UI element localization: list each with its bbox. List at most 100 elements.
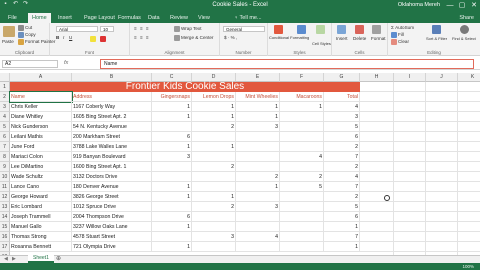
tab-file[interactable]: File <box>4 13 21 23</box>
empty-cell[interactable] <box>458 222 480 232</box>
table-cell[interactable]: 5 <box>324 202 360 212</box>
table-cell[interactable] <box>192 152 236 162</box>
tab-formulas[interactable]: Formulas <box>114 13 145 23</box>
empty-cell[interactable] <box>426 92 458 102</box>
formula-input[interactable]: Name <box>100 59 474 69</box>
empty-cell[interactable] <box>458 202 480 212</box>
row-header[interactable]: 12 <box>0 192 10 202</box>
table-cell[interactable]: 180 Denver Avenue <box>72 182 152 192</box>
table-cell[interactable]: 3 <box>236 122 280 132</box>
table-cell[interactable] <box>236 212 280 222</box>
table-cell[interactable]: George Howard <box>10 192 72 202</box>
column-header[interactable]: H <box>360 73 394 82</box>
table-cell[interactable]: 919 Banyan Boulevard <box>72 152 152 162</box>
font-color-icon[interactable] <box>100 36 106 42</box>
close-button[interactable]: ✕ <box>468 0 480 12</box>
empty-cell[interactable] <box>426 142 458 152</box>
empty-cell[interactable] <box>360 132 394 142</box>
table-cell[interactable]: 7 <box>324 182 360 192</box>
table-cell[interactable] <box>236 222 280 232</box>
fx-icon[interactable]: fx <box>64 60 68 66</box>
empty-cell[interactable] <box>426 162 458 172</box>
empty-cell[interactable] <box>458 112 480 122</box>
row-header[interactable]: 2 <box>0 92 10 102</box>
empty-cell[interactable] <box>458 122 480 132</box>
find-icon[interactable] <box>460 25 469 34</box>
empty-cell[interactable] <box>458 242 480 252</box>
empty-cell[interactable] <box>394 242 426 252</box>
delete-cells-icon[interactable] <box>355 25 364 34</box>
tab-insert[interactable]: Insert <box>54 13 76 23</box>
table-cell[interactable]: 3 <box>324 112 360 122</box>
empty-cell[interactable] <box>394 112 426 122</box>
table-cell[interactable] <box>280 202 324 212</box>
empty-cell[interactable] <box>458 102 480 112</box>
name-box[interactable]: A2 <box>2 60 58 68</box>
header-cell[interactable]: Name <box>9 91 73 103</box>
format-button[interactable]: Format <box>371 36 386 41</box>
empty-cell[interactable] <box>458 182 480 192</box>
empty-cell[interactable] <box>360 182 394 192</box>
empty-cell[interactable] <box>426 102 458 112</box>
header-cell[interactable]: Address <box>72 92 152 102</box>
table-cell[interactable] <box>152 172 192 182</box>
table-cell[interactable]: Lee DiMartino <box>10 162 72 172</box>
table-cell[interactable] <box>280 162 324 172</box>
empty-cell[interactable] <box>394 82 426 92</box>
empty-cell[interactable] <box>426 132 458 142</box>
tab-review[interactable]: Review <box>166 13 192 23</box>
share-button[interactable]: Share <box>459 13 474 23</box>
font-size-select[interactable]: 10 <box>100 26 114 32</box>
cell-styles-button[interactable]: Cell Styles <box>312 41 331 46</box>
table-cell[interactable]: 3826 George Street <box>72 192 152 202</box>
table-cell[interactable] <box>236 162 280 172</box>
empty-cell[interactable] <box>426 82 458 92</box>
table-cell[interactable] <box>152 202 192 212</box>
table-cell[interactable]: 1600 Bing Street Apt. 1 <box>72 162 152 172</box>
column-header[interactable]: F <box>280 73 324 82</box>
empty-cell[interactable] <box>360 112 394 122</box>
copy-button[interactable]: Copy <box>18 32 36 38</box>
table-cell[interactable]: 1 <box>324 222 360 232</box>
empty-cell[interactable] <box>426 112 458 122</box>
empty-cell[interactable] <box>394 202 426 212</box>
empty-cell[interactable] <box>360 82 394 92</box>
fill-color-icon[interactable] <box>90 36 96 42</box>
font-name-select[interactable]: Arial <box>56 26 98 32</box>
table-cell[interactable]: 1012 Spruce Drive <box>72 202 152 212</box>
table-cell[interactable] <box>192 212 236 222</box>
header-cell[interactable]: Gingersnaps <box>152 92 192 102</box>
empty-cell[interactable] <box>394 102 426 112</box>
empty-cell[interactable] <box>394 172 426 182</box>
table-cell[interactable]: Leilani Mathis <box>10 132 72 142</box>
empty-cell[interactable] <box>394 142 426 152</box>
table-cell[interactable] <box>236 152 280 162</box>
table-cell[interactable]: 2 <box>192 202 236 212</box>
table-cell[interactable]: 1 <box>236 112 280 122</box>
insert-cells-icon[interactable] <box>337 25 346 34</box>
table-cell[interactable]: 2 <box>192 122 236 132</box>
column-header[interactable]: I <box>394 73 426 82</box>
table-cell[interactable]: 6 <box>324 132 360 142</box>
empty-cell[interactable] <box>394 162 426 172</box>
table-cell[interactable]: 1 <box>324 242 360 252</box>
column-header[interactable]: G <box>324 73 360 82</box>
table-cell[interactable]: 1 <box>152 222 192 232</box>
empty-cell[interactable] <box>360 162 394 172</box>
next-sheet-icon[interactable]: ▶ <box>12 256 16 263</box>
zoom-level[interactable]: 100% <box>462 263 474 270</box>
table-cell[interactable] <box>280 232 324 242</box>
table-cell[interactable] <box>192 182 236 192</box>
sheet-tab-sheet1[interactable]: Sheet1 <box>28 255 54 263</box>
row-header[interactable]: 8 <box>0 152 10 162</box>
empty-cell[interactable] <box>458 162 480 172</box>
empty-cell[interactable] <box>458 132 480 142</box>
user-name[interactable]: Oklahoma Mereh <box>398 2 440 8</box>
empty-cell[interactable] <box>394 92 426 102</box>
table-cell[interactable]: 3237 Willow Oaks Lane <box>72 222 152 232</box>
table-cell[interactable] <box>280 212 324 222</box>
header-cell[interactable]: Macaroons <box>280 92 324 102</box>
table-cell[interactable]: 1 <box>152 192 192 202</box>
row-header[interactable]: 3 <box>0 102 10 112</box>
table-cell[interactable] <box>280 192 324 202</box>
